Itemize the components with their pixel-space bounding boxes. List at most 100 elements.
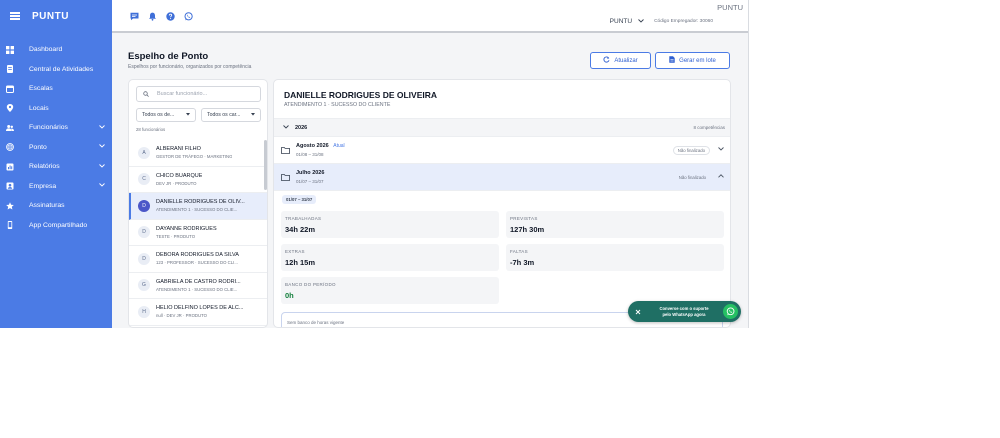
update-button[interactable]: Atualizar [590,52,651,69]
employee-role: 123 · PROFESSOR · SUCESSO DO CLI... [156,260,238,266]
employee-list-item[interactable]: H HÉLIO DELFINO LOPES DE ALC... null · DE… [129,299,267,326]
avatar: D [138,199,150,212]
avatar: G [138,279,150,292]
top-bar: PUNTU PUNTU Código Empregador: 30060 [112,0,748,33]
chevron-down-icon[interactable] [718,147,724,153]
month-range: 01/07 – 31/07 [296,179,324,184]
employee-name: DÉBORA RODRIGUES DA SILVA [156,252,239,259]
company-selector[interactable]: PUNTU Código Empregador: 30060 [610,18,713,25]
caret-down-icon [186,112,190,118]
sidebar-item-reports[interactable]: Relatórios [0,157,112,177]
users-icon [6,124,14,132]
activities-icon [6,65,14,74]
month-range: 01/08 – 31/08 [296,152,324,157]
selected-employee-role: ATENDIMENTO 1 · SUCESSO DO CLIENTE [284,102,391,108]
role-filter-value: Todos os car... [207,112,241,118]
chevron-down-icon [283,124,289,131]
stat-missing-hours: FALTAS -7h 3m [506,244,724,271]
location-pin-icon [6,104,14,113]
role-filter-select[interactable]: Todos os car... [201,108,261,122]
reports-icon [6,163,14,171]
whatsapp-support-line: pelo WhatsApp agora [662,311,706,317]
fingerprint-icon [6,143,14,152]
employee-role: TESTE · PRODUTO [156,233,196,239]
help-icon[interactable] [166,12,175,21]
employee-list-item-selected[interactable]: D DANIELLE RODRIGUES DE OLIV... ATENDIMEN… [129,193,267,220]
stat-value: 12h 15m [285,258,316,267]
employee-name: CHICO BUARQUE [156,172,203,179]
top-bar-actions [130,12,193,21]
chevron-down-icon [98,124,106,131]
employee-name: HÉLIO DELFINO LOPES DE ALC... [156,305,244,312]
chevron-down-icon [98,163,106,170]
sidebar-item-label: Central de Atividades [29,65,94,73]
employee-list-item[interactable]: D DÉBORA RODRIGUES DA SILVA 123 · PROFESS… [129,246,267,273]
sidebar-item-dashboard[interactable]: Dashboard [0,40,112,60]
batch-generate-button[interactable]: Gerar em lote [655,52,730,69]
employee-list-item[interactable]: D DAYANNE RODRIGUES TESTE · PRODUTO [129,220,267,246]
whatsapp-icon[interactable] [184,12,193,21]
status-badge: Não finalizado [678,174,706,180]
batch-generate-button-label: Gerar em lote [679,57,716,64]
sidebar-nav: Dashboard Central de Atividades Escalas … [0,40,112,235]
star-icon [6,202,14,210]
sidebar-item-label: Empresa [29,182,57,190]
employee-list-scrollbar[interactable] [264,140,267,190]
whatsapp-chat-button[interactable] [723,304,738,319]
close-icon[interactable] [633,307,643,317]
employee-name: DANIELLE RODRIGUES DE OLIV... [156,199,245,206]
stat-label: FALTAS [510,249,528,254]
sidebar-item-company[interactable]: Empresa [0,177,112,197]
stat-label: BANCO DO PERÍODO [285,282,336,287]
year-label: 2026 [295,124,308,131]
employee-count: 28 funcionários [136,127,166,132]
notification-bell-icon[interactable] [148,12,157,21]
company-icon [6,182,14,190]
sidebar-item-label: Funcionários [29,124,68,132]
company-selector-label: PUNTU [609,18,633,25]
search-placeholder: Buscar funcionário... [157,91,208,97]
stat-label: EXTRAS [285,249,305,254]
employee-name: GABRIELA DE CASTRO RODRI... [156,278,241,285]
sidebar-item-activities[interactable]: Central de Atividades [0,60,112,80]
sidebar-item-shared-app[interactable]: App Compartilhado [0,216,112,236]
employee-list-item[interactable]: G GABRIELA DE CASTRO RODRI... ATENDIMENTO… [129,273,267,299]
sidebar-item-timeclock[interactable]: Ponto [0,138,112,158]
sidebar-item-schedules[interactable]: Escalas [0,79,112,99]
sidebar-item-locations[interactable]: Locais [0,99,112,119]
sidebar-item-label: Ponto [29,143,47,151]
timesheet-detail-panel: DANIELLE RODRIGUES DE OLIVEIRA ATENDIMEN… [273,79,731,328]
update-button-label: Atualizar [614,57,638,64]
year-group-header[interactable]: 2026 8 competências [274,118,730,137]
dashboard-icon [6,45,14,54]
employee-role: GESTOR DE TRÁFEGO · MARKETING [156,154,233,160]
employer-code: Código Empregador: 30060 [654,19,713,24]
sidebar-item-label: Assinaturas [29,202,65,210]
app-window: PUNTU Dashboard Central de Atividades Es… [0,0,749,328]
stat-extra-hours: EXTRAS 12h 15m [281,244,499,271]
hamburger-menu-icon[interactable] [10,12,20,20]
chevron-down-icon [98,183,106,189]
sidebar-item-subscriptions[interactable]: Assinaturas [0,196,112,216]
search-input[interactable]: Buscar funcionário... [136,86,261,102]
chat-icon[interactable] [130,12,139,21]
department-filter-select[interactable]: Todos os de... [136,108,196,122]
stat-value: 0h [285,291,294,300]
employee-list-item[interactable]: A ALBERANI FILHO GESTOR DE TRÁFEGO · MARK… [129,140,267,167]
sidebar-item-employees[interactable]: Funcionários [0,118,112,138]
month-row-august[interactable]: Agosto 2026 Atual 01/08 – 31/08 Não fina… [274,137,730,164]
employee-role: null · DEV JR · PRODUTO [156,313,208,319]
page-subtitle: Espelhos por funcionário, organizados po… [128,64,252,70]
whatsapp-support-text: Converse com o suporte pelo WhatsApp ago… [648,306,720,317]
month-title: Julho 2026 [296,170,325,176]
employee-list-item[interactable]: C CHICO BUARQUE DEV JR · PRODUTO [129,167,267,193]
whatsapp-support-widget[interactable]: Converse com o suporte pelo WhatsApp ago… [628,301,741,322]
month-row-july[interactable]: Julho 2026 01/07 – 31/07 Não finalizado [274,164,730,191]
sidebar: PUNTU Dashboard Central de Atividades Es… [0,0,112,328]
chevron-up-icon[interactable] [718,174,724,180]
sidebar-item-label: Locais [29,104,49,112]
employee-name: DAYANNE RODRIGUES [156,225,217,232]
avatar: H [138,305,150,318]
stat-label: TRABALHADAS [285,216,322,221]
sidebar-item-label: Escalas [29,85,53,93]
